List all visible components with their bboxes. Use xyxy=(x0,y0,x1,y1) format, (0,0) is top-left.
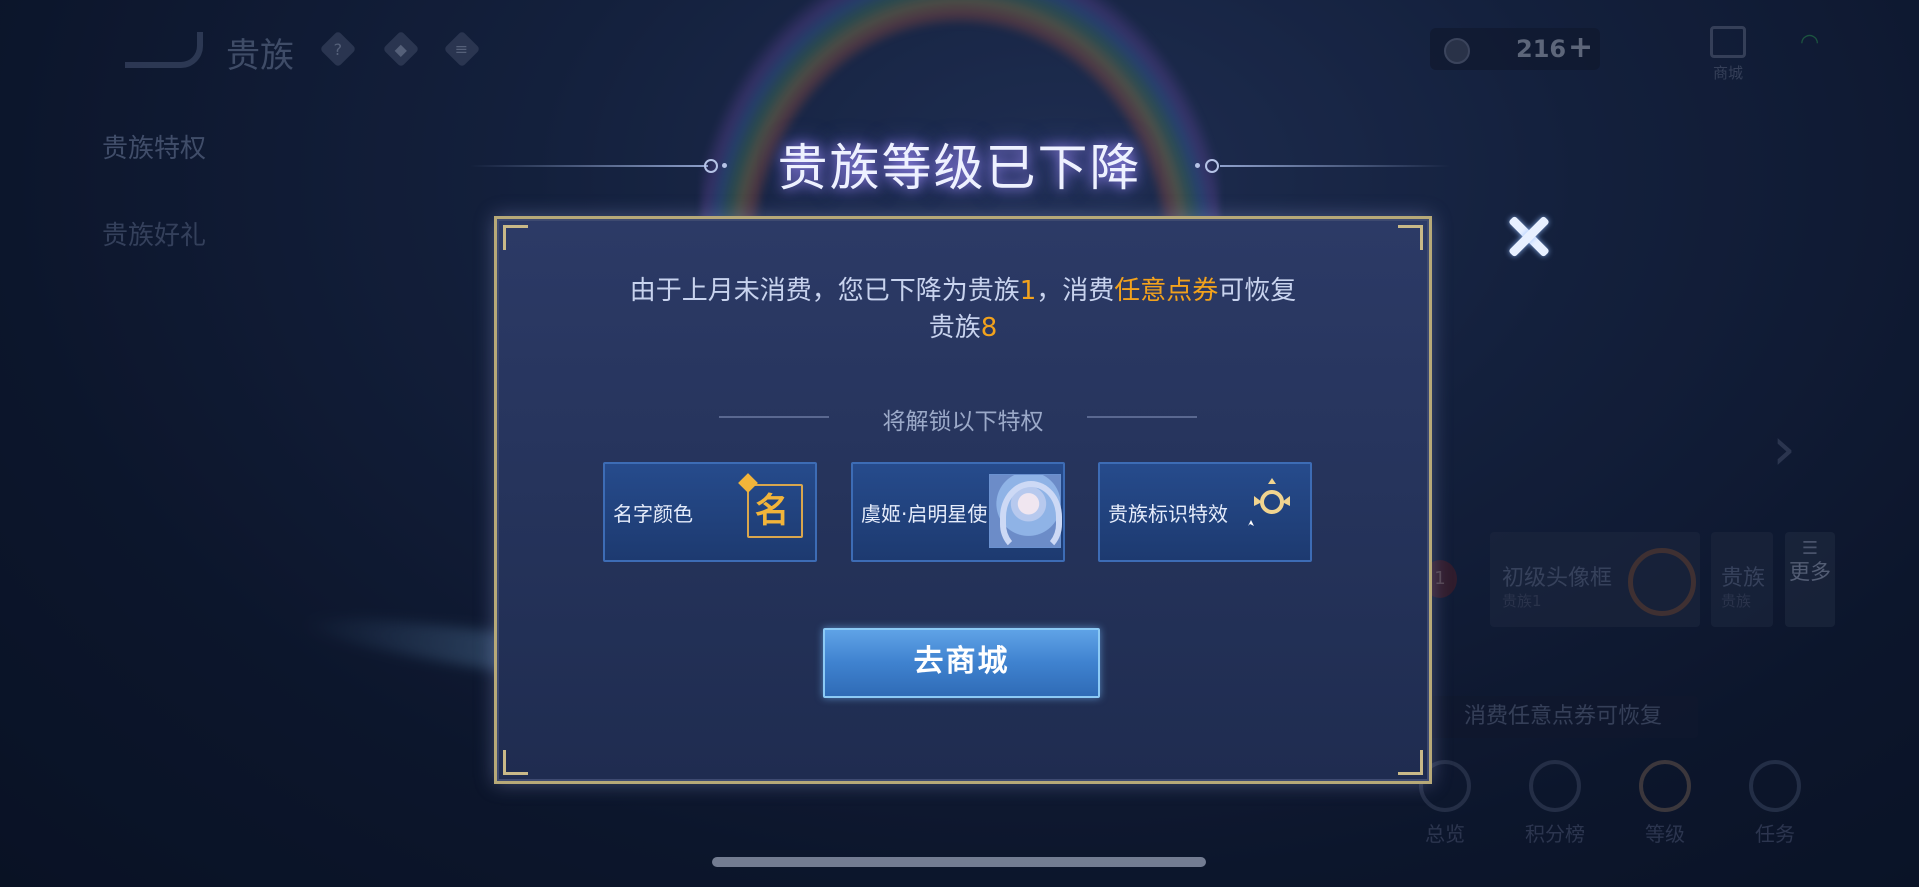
privilege-tile-hero-skin[interactable]: 虞姬·启明星使 xyxy=(851,462,1065,562)
title-ornament xyxy=(1195,163,1200,168)
privilege-tile-name-color[interactable]: 名字颜色 名 xyxy=(603,462,817,562)
message-text: ，消费 xyxy=(1036,276,1115,306)
privilege-label: 名字颜色 xyxy=(613,502,693,526)
current-level: 1 xyxy=(1019,276,1037,306)
privilege-tile-noble-emblem[interactable]: 贵族标识特效 xyxy=(1098,462,1312,562)
name-color-icon: 名 xyxy=(738,473,803,538)
noble-emblem-icon xyxy=(1248,478,1296,538)
message-text: 由于上月未消费，您已下降为贵族 xyxy=(629,276,1020,306)
message-text: 可恢复 xyxy=(1218,276,1297,306)
privilege-label: 贵族标识特效 xyxy=(1108,502,1228,526)
corner-ornament xyxy=(503,750,528,775)
goto-shop-button[interactable]: 去商城 xyxy=(823,628,1100,698)
title-ornament xyxy=(1205,159,1219,173)
dialog-message: 由于上月未消费，您已下降为贵族1，消费任意点券可恢复 贵族8 xyxy=(537,273,1389,347)
close-icon[interactable] xyxy=(1506,214,1552,260)
corner-ornament xyxy=(1398,225,1423,250)
name-color-char: 名 xyxy=(755,491,789,531)
home-indicator[interactable] xyxy=(712,857,1206,867)
modal-title: 贵族等级已下降 xyxy=(777,139,1142,197)
level-drop-dialog: 由于上月未消费，您已下降为贵族1，消费任意点券可恢复 贵族8 将解锁以下特权 名… xyxy=(494,216,1432,784)
highlight-currency: 任意点券 xyxy=(1114,276,1219,306)
corner-ornament xyxy=(503,225,528,250)
message-text: 贵族 xyxy=(928,313,981,343)
privilege-label: 虞姬·启明星使 xyxy=(861,502,988,526)
title-divider-right xyxy=(1220,165,1450,167)
restore-level: 8 xyxy=(980,313,998,343)
hero-skin-thumbnail xyxy=(989,474,1062,553)
section-divider-right xyxy=(1087,416,1197,418)
unlock-heading: 将解锁以下特权 xyxy=(882,409,1044,435)
corner-ornament xyxy=(1398,750,1423,775)
